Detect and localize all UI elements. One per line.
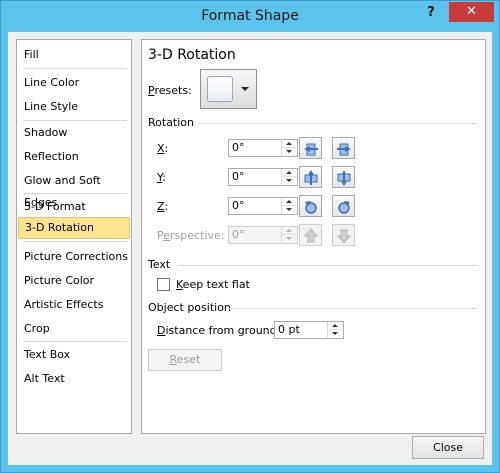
group-divider xyxy=(228,308,478,309)
nav-item-3d-format[interactable]: 3-D Format xyxy=(17,196,131,218)
spin-down-icon xyxy=(286,150,292,153)
rotation-heading: Rotation xyxy=(148,116,195,129)
chevron-down-icon xyxy=(241,87,249,91)
rotate-up-icon xyxy=(304,170,318,185)
presets-dropdown[interactable] xyxy=(200,69,257,109)
reset-button[interactable]: Reset xyxy=(148,349,222,371)
rotate-right-button[interactable] xyxy=(332,137,355,159)
distance-decrement[interactable] xyxy=(328,330,343,338)
rotate-left-icon xyxy=(304,143,318,156)
perspective-decrement[interactable] xyxy=(282,235,297,243)
y-rotation-increment[interactable] xyxy=(282,169,297,177)
narrow-perspective-button[interactable] xyxy=(299,224,322,246)
z-rotation-label: Z: xyxy=(157,200,169,213)
nav-divider xyxy=(23,241,127,242)
group-divider xyxy=(198,123,478,124)
group-divider xyxy=(178,265,478,266)
spinner-buttons xyxy=(327,322,343,338)
nav-item-fill[interactable]: Fill xyxy=(17,44,131,66)
nav-item-picture-color[interactable]: Picture Color xyxy=(17,270,131,292)
nav-divider xyxy=(23,341,127,342)
rotate-clockwise-button[interactable] xyxy=(332,195,355,217)
nav-divider xyxy=(23,120,127,121)
x-rotation-increment[interactable] xyxy=(282,140,297,148)
z-rotation-spinner[interactable]: 0° xyxy=(228,197,298,215)
x-rotation-value[interactable]: 0° xyxy=(232,141,245,155)
rotate-left-button[interactable] xyxy=(299,137,322,159)
close-button[interactable]: Close xyxy=(412,436,484,459)
z-rotation-increment[interactable] xyxy=(282,198,297,206)
nav-item-3d-rotation[interactable]: 3-D Rotation xyxy=(18,217,130,239)
panel-title: 3-D Rotation xyxy=(148,47,236,63)
x-rotation-spinner[interactable]: 0° xyxy=(228,139,298,157)
preset-preview-icon xyxy=(207,76,233,102)
help-button[interactable]: ? xyxy=(415,2,447,24)
rotate-right-icon xyxy=(337,143,351,156)
presets-label: Presets: xyxy=(148,84,192,97)
distance-from-ground-label: Distance from ground: xyxy=(157,324,281,337)
nav-item-reflection[interactable]: Reflection xyxy=(17,146,131,168)
y-rotation-value[interactable]: 0° xyxy=(232,170,245,184)
perspective-value[interactable]: 0° xyxy=(232,228,245,242)
spin-down-icon xyxy=(332,332,338,335)
spin-up-icon xyxy=(286,142,292,145)
nav-item-text-box[interactable]: Text Box xyxy=(17,344,131,366)
widen-perspective-button[interactable] xyxy=(332,224,355,246)
distance-from-ground-spinner[interactable]: 0 pt xyxy=(274,321,344,339)
perspective-spinner[interactable]: 0° xyxy=(228,226,298,244)
distance-from-ground-value[interactable]: 0 pt xyxy=(278,323,300,337)
rotate-counterclockwise-button[interactable] xyxy=(299,195,322,217)
z-rotation-value[interactable]: 0° xyxy=(232,199,245,213)
y-rotation-decrement[interactable] xyxy=(282,177,297,185)
rotate-clockwise-icon xyxy=(338,201,350,214)
keep-text-flat-label[interactable]: Keep text flat xyxy=(176,278,250,291)
y-rotation-spinner[interactable]: 0° xyxy=(228,168,298,186)
perspective-increment[interactable] xyxy=(282,227,297,235)
spin-up-icon xyxy=(286,200,292,203)
perspective-label: Perspective: xyxy=(157,229,225,242)
y-rotation-label: Y: xyxy=(157,171,166,184)
spin-down-icon xyxy=(286,208,292,211)
spinner-buttons xyxy=(281,198,297,214)
settings-panel: 3-D Rotation Presets: Rotation X: 0° Y: … xyxy=(141,39,486,434)
distance-increment[interactable] xyxy=(328,322,343,330)
title-bar[interactable]: Format Shape ? ✕ xyxy=(1,1,499,33)
spin-up-icon xyxy=(332,324,338,327)
widen-perspective-icon xyxy=(336,229,352,244)
spin-down-icon xyxy=(286,237,292,240)
narrow-perspective-icon xyxy=(303,228,319,243)
x-rotation-label: X: xyxy=(157,142,169,155)
nav-item-artistic-effects[interactable]: Artistic Effects xyxy=(17,294,131,316)
dialog-client-area: Fill Line Color Line Style Shadow Reflec… xyxy=(8,32,492,465)
rotate-down-icon xyxy=(337,171,351,186)
rotate-counterclockwise-icon xyxy=(305,201,317,214)
spin-down-icon xyxy=(286,179,292,182)
z-rotation-decrement[interactable] xyxy=(282,206,297,214)
format-shape-dialog: Format Shape ? ✕ Fill Line Color Line St… xyxy=(0,0,500,473)
spin-up-icon xyxy=(286,171,292,174)
nav-item-shadow[interactable]: Shadow xyxy=(17,122,131,144)
text-heading: Text xyxy=(148,258,171,271)
nav-divider xyxy=(23,68,127,69)
spinner-buttons xyxy=(281,169,297,185)
object-position-heading: Object position xyxy=(148,301,231,314)
nav-item-crop[interactable]: Crop xyxy=(17,318,131,340)
nav-item-glow-soft-edges[interactable]: Glow and Soft Edges xyxy=(17,170,131,209)
nav-divider xyxy=(23,193,127,194)
keep-text-flat-checkbox[interactable] xyxy=(157,278,170,291)
window-close-button[interactable]: ✕ xyxy=(449,2,494,22)
x-rotation-decrement[interactable] xyxy=(282,148,297,156)
spinner-buttons xyxy=(281,140,297,156)
spin-up-icon xyxy=(286,229,292,232)
nav-item-line-color[interactable]: Line Color xyxy=(17,72,131,94)
nav-item-alt-text[interactable]: Alt Text xyxy=(17,368,131,390)
nav-item-line-style[interactable]: Line Style xyxy=(17,96,131,118)
category-list: Fill Line Color Line Style Shadow Reflec… xyxy=(16,39,132,434)
nav-item-picture-corrections[interactable]: Picture Corrections xyxy=(17,246,131,268)
spinner-buttons xyxy=(281,227,297,243)
rotate-up-button[interactable] xyxy=(299,166,322,188)
rotate-down-button[interactable] xyxy=(332,166,355,188)
